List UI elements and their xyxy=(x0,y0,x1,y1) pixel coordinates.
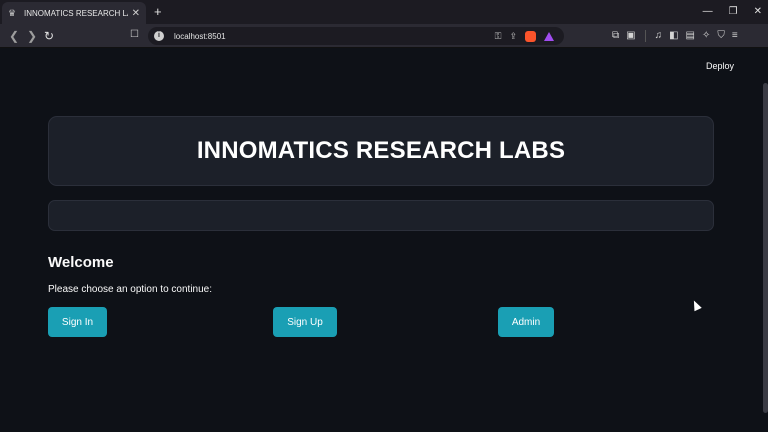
forward-icon[interactable]: ❯ xyxy=(27,28,37,44)
toolbar-divider xyxy=(644,30,646,42)
brave-shields-icon[interactable] xyxy=(525,30,536,42)
brave-rewards-icon[interactable] xyxy=(544,31,554,41)
browser-tab[interactable]: ♛ INNOMATICS RESEARCH LABS - ✕ xyxy=(2,2,146,24)
music-icon[interactable]: ♫ xyxy=(655,29,663,43)
maximize-icon[interactable]: ❐ xyxy=(729,4,738,20)
new-tab-button[interactable]: + xyxy=(154,4,162,20)
tab-title: INNOMATICS RESEARCH LABS - xyxy=(24,8,128,18)
minimize-icon[interactable]: — xyxy=(703,4,713,20)
streamlit-crown-icon: ♛ xyxy=(8,8,17,18)
key-icon[interactable]: ⚿ xyxy=(495,31,502,42)
page-scrollbar[interactable] xyxy=(763,83,768,413)
browser-tab-bar: ♛ INNOMATICS RESEARCH LABS - ✕ + — ❐ ✕ xyxy=(0,0,768,24)
empty-banner xyxy=(48,200,714,231)
address-bar[interactable]: i localhost:8501 ⚿ ⇪ xyxy=(148,27,564,45)
sign-up-button[interactable]: Sign Up xyxy=(273,307,337,337)
vpn-shield-icon[interactable]: ⛉ xyxy=(717,29,725,43)
extensions-icon[interactable]: ⧉ xyxy=(612,29,619,43)
sign-in-button[interactable]: Sign In xyxy=(48,307,107,337)
bookmark-icon[interactable]: ☐ xyxy=(130,29,139,40)
wallet-icon[interactable]: ▤ xyxy=(686,29,695,43)
deploy-button[interactable]: Deploy xyxy=(706,61,734,71)
page-title: INNOMATICS RESEARCH LABS xyxy=(196,137,566,164)
header-banner: INNOMATICS RESEARCH LABS xyxy=(48,116,714,186)
welcome-heading: Welcome xyxy=(48,254,114,271)
menu-icon[interactable]: ≡ xyxy=(732,29,738,43)
screenshot-icon[interactable]: ▣ xyxy=(626,29,635,43)
sidebar-icon[interactable]: ◧ xyxy=(669,29,678,43)
close-window-icon[interactable]: ✕ xyxy=(754,4,762,20)
site-info-icon[interactable]: i xyxy=(154,31,164,41)
reload-icon[interactable]: ↻ xyxy=(44,28,54,44)
url-text[interactable]: localhost:8501 xyxy=(174,32,495,41)
browser-navbar: ❮ ❯ ↻ ☐ i localhost:8501 ⚿ ⇪ ⧉ ▣ ♫ ◧ ▤ ✧… xyxy=(0,24,768,48)
close-tab-icon[interactable]: ✕ xyxy=(132,8,140,19)
leo-ai-icon[interactable]: ✧ xyxy=(702,29,710,43)
back-icon[interactable]: ❮ xyxy=(9,28,19,44)
admin-button[interactable]: Admin xyxy=(498,307,554,337)
extension-toolbar: ⧉ ▣ ♫ ◧ ▤ ✧ ⛉ ≡ xyxy=(612,29,738,43)
mouse-cursor-icon xyxy=(690,298,702,312)
app-page: Deploy INNOMATICS RESEARCH LABS Welcome … xyxy=(0,49,768,432)
share-icon[interactable]: ⇪ xyxy=(509,31,517,42)
prompt-text: Please choose an option to continue: xyxy=(48,284,213,295)
window-controls: — ❐ ✕ xyxy=(703,4,762,20)
